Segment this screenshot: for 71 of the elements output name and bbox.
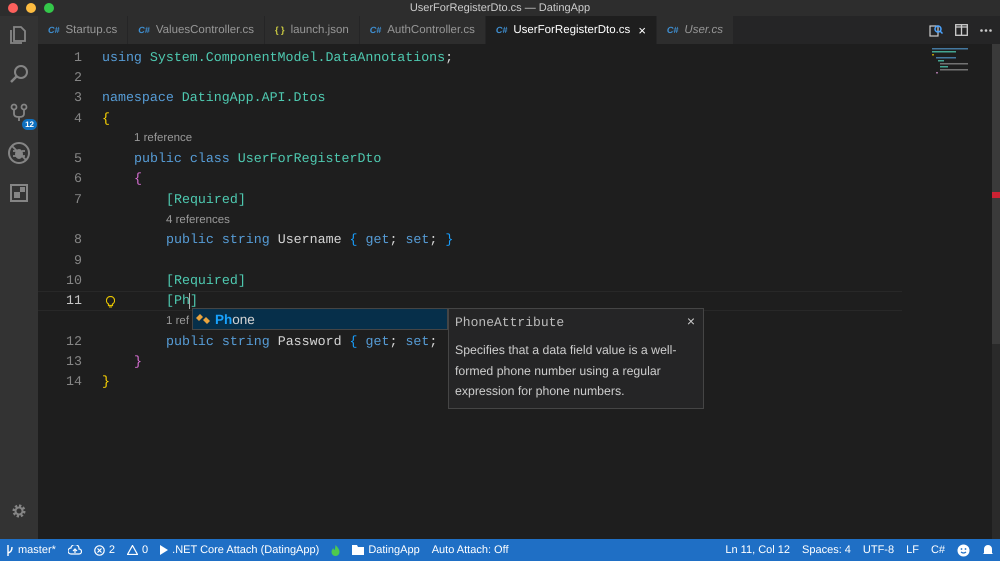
error-icon	[94, 544, 105, 556]
reference-count[interactable]: 1 reference	[134, 132, 192, 144]
status-item[interactable]: master*	[18, 544, 56, 556]
line-number: 13	[66, 354, 82, 370]
status-item[interactable]: .NET Core Attach (DatingApp)	[172, 544, 320, 556]
editor-tab[interactable]: C# Startup.cs	[38, 16, 128, 44]
line-number: 8	[74, 232, 82, 248]
debug-icon[interactable]	[7, 141, 31, 165]
minimize-window-button[interactable]	[26, 3, 36, 13]
editor-tab[interactable]: C# User.cs	[656, 16, 734, 44]
status-item[interactable]: UTF-8	[862, 544, 894, 556]
folder-icon	[352, 545, 364, 555]
code-line: }	[134, 354, 142, 370]
line-number: 11	[66, 293, 82, 308]
symbol-name: PhoneAttribute	[455, 315, 564, 330]
split-editor-icon[interactable]	[955, 24, 968, 36]
more-icon[interactable]	[980, 28, 992, 32]
code-line: public string Username { get; set; }	[166, 232, 454, 248]
reference-count[interactable]: 4 references	[166, 214, 230, 226]
play-icon[interactable]	[160, 545, 168, 555]
code-line: namespace DatingApp.API.Dtos	[102, 90, 326, 106]
code-line: [Required]	[166, 192, 246, 207]
line-number: 10	[66, 272, 82, 288]
status-item[interactable]: 0	[142, 544, 148, 556]
reference-count[interactable]: 1 ref	[166, 315, 190, 327]
zoom-window-button[interactable]	[44, 3, 54, 13]
close-icon[interactable]: ×	[638, 22, 646, 38]
status-item[interactable]: C#	[930, 544, 945, 556]
smiley-icon[interactable]	[957, 544, 970, 556]
editor-tab[interactable]: C# AuthController.cs	[360, 16, 486, 44]
status-item[interactable]: LF	[906, 544, 919, 556]
status-item[interactable]: Ln 11, Col 12	[725, 544, 790, 556]
code-line: public string Password { get; set;	[166, 334, 438, 349]
class-icon	[195, 312, 211, 326]
line-number: 1	[74, 50, 82, 65]
code-line: using System.ComponentModel.DataAnnotations;	[102, 50, 454, 65]
code-line: {	[134, 171, 142, 186]
close-window-button[interactable]	[8, 3, 18, 13]
line-number: 12	[66, 334, 82, 349]
line-number: 9	[74, 252, 82, 268]
status-item[interactable]: 2	[108, 544, 116, 556]
line-number: 14	[66, 374, 82, 390]
search-icon[interactable]	[929, 23, 943, 37]
settings-icon[interactable]	[11, 503, 27, 519]
warning-icon	[127, 545, 138, 555]
close-icon[interactable]: ×	[686, 313, 695, 329]
code-line: {	[102, 110, 110, 126]
line-number: 4	[74, 110, 82, 126]
cloud-upload-icon[interactable]	[68, 545, 82, 555]
bell-icon[interactable]	[982, 544, 994, 556]
status-item[interactable]: Spaces: 4	[802, 544, 851, 556]
editor-tab[interactable]: { } launch.json	[265, 16, 360, 44]
status-item[interactable]: Auto Attach: Off	[432, 544, 509, 556]
line-number: 5	[74, 151, 82, 166]
editor-tab[interactable]: C# ValuesController.cs	[128, 16, 266, 44]
extensions-icon[interactable]	[8, 182, 30, 204]
line-number: 7	[74, 192, 82, 207]
line-number: 2	[74, 70, 82, 85]
code-line: }	[102, 374, 110, 390]
editor-tab[interactable]: C# UserForRegisterDto.cs ×	[486, 16, 657, 44]
code-line: [Required]	[166, 272, 246, 288]
line-number: 6	[74, 171, 82, 186]
branch-icon	[6, 544, 14, 556]
count-badge: 12	[22, 119, 37, 130]
description: Specifies that a data field value is a well-formed phone number using a regular expression for phone numbers.	[455, 342, 678, 400]
line-number: 3	[74, 90, 82, 106]
window-title: UserForRegisterDto.cs — DatingApp	[410, 2, 590, 14]
lightbulb-icon[interactable]	[106, 296, 115, 308]
status-item[interactable]: DatingApp	[368, 544, 420, 556]
code-line: public class UserForRegisterDto	[134, 151, 382, 166]
suggestion-item[interactable]: Phone	[193, 309, 447, 329]
